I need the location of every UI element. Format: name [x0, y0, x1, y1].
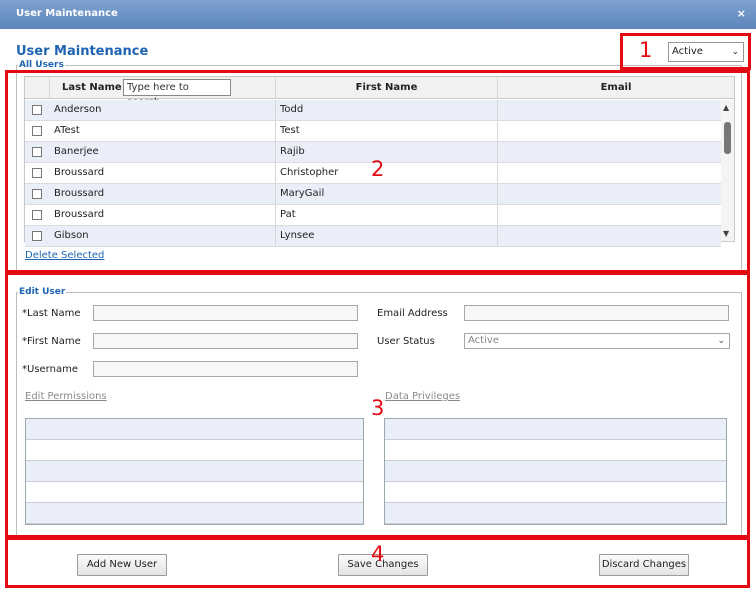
page-title: User Maintenance [16, 44, 149, 59]
callout-number-2: 2 [371, 157, 385, 181]
window-title: User Maintenance [16, 8, 118, 19]
callout-number-1: 1 [639, 38, 653, 62]
close-icon[interactable]: × [737, 7, 746, 20]
window-titlebar: User Maintenance × [0, 0, 756, 29]
callout-number-3: 3 [371, 396, 385, 420]
all-users-legend: All Users [18, 60, 65, 70]
callout-number-4: 4 [371, 542, 385, 566]
